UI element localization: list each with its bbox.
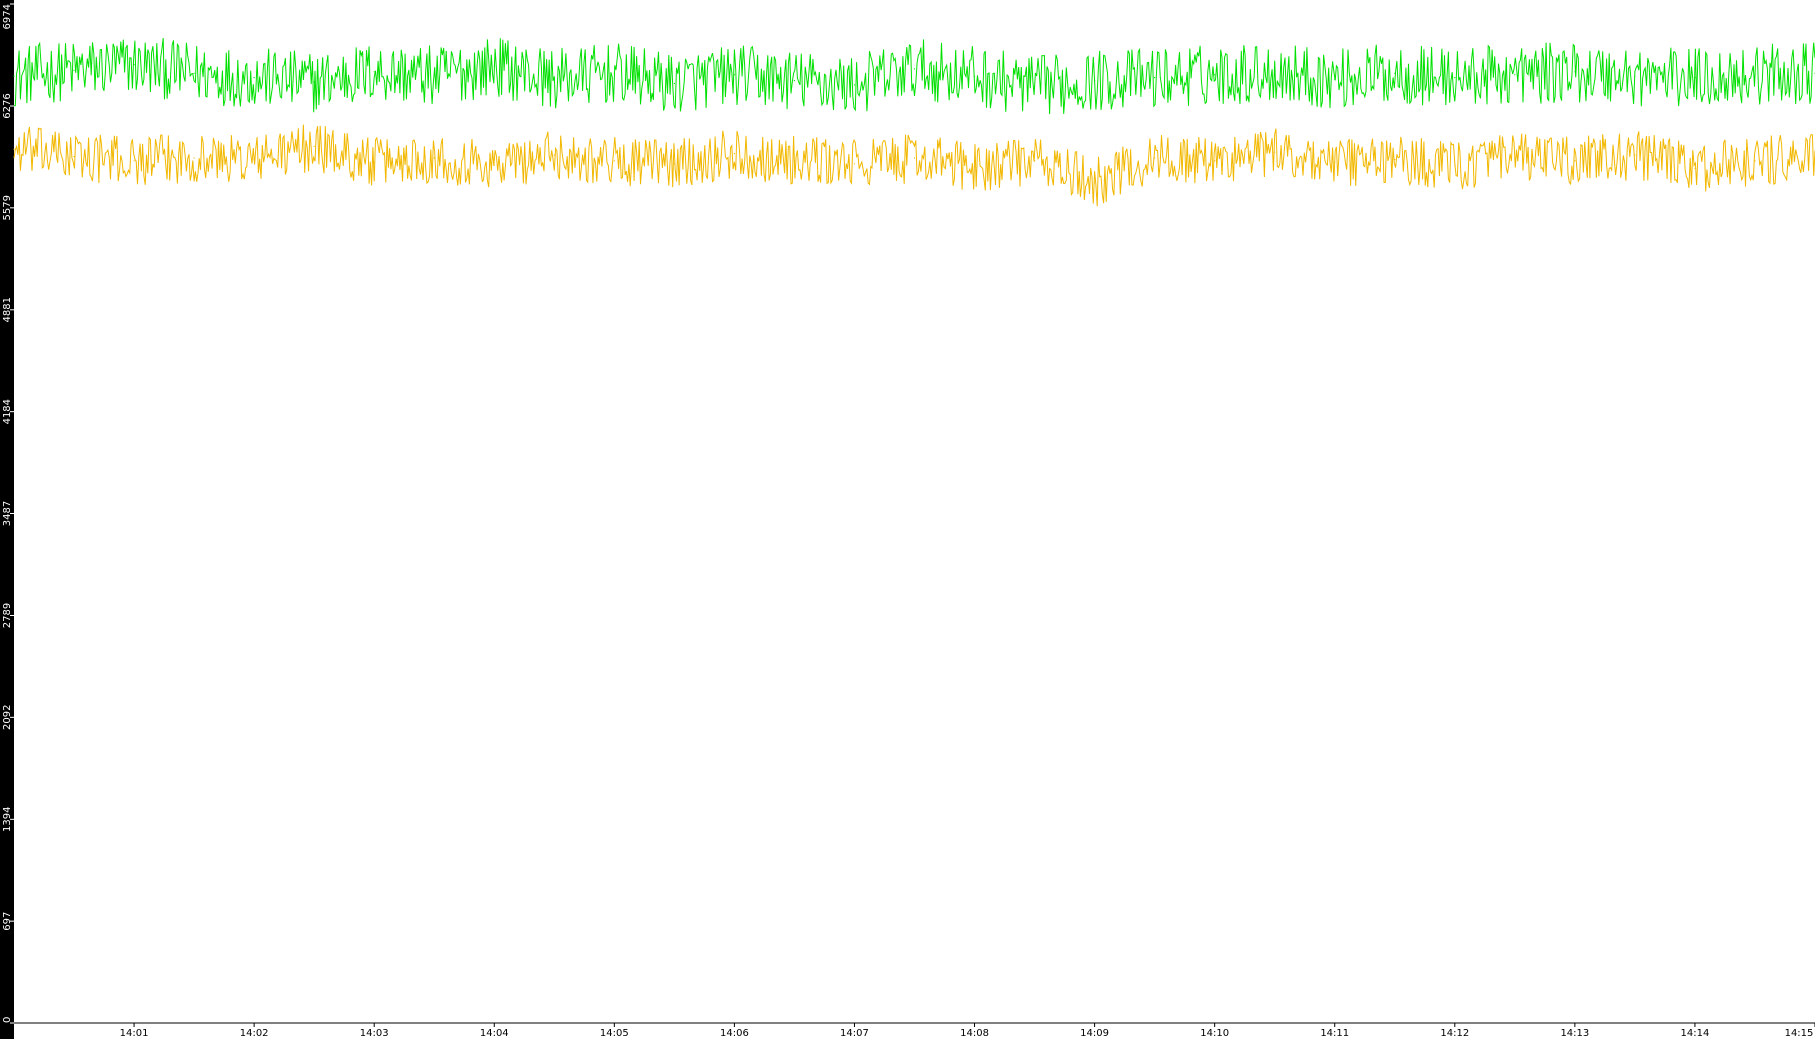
series-2-point: [1034, 160, 1036, 162]
series-1-point: [553, 78, 555, 80]
series-2-point: [1694, 167, 1696, 169]
series-1-point: [793, 80, 796, 82]
series-2-point: [793, 160, 796, 162]
series-2-point: [913, 157, 916, 159]
x-tick-label: 14:06: [720, 1028, 749, 1039]
series-1-point: [1634, 75, 1636, 77]
series-1-point: [1214, 74, 1216, 76]
series-1-point: [913, 68, 916, 70]
series-1-point: [1094, 80, 1096, 82]
series-2-point: [1274, 151, 1276, 153]
series-2-point: [853, 163, 856, 165]
x-tick-label: 14:08: [960, 1028, 989, 1039]
y-tick-label: 2092: [2, 705, 13, 730]
series-1-point: [733, 74, 736, 76]
series-2-point: [253, 158, 255, 161]
series-1-point: [193, 72, 195, 74]
y-tick-label: 6974: [2, 4, 13, 29]
series-2-point: [973, 166, 976, 168]
y-tick-label: 5579: [2, 195, 13, 220]
series-1-point: [133, 63, 135, 66]
series-1-point: [313, 81, 315, 83]
y-tick-label: 697: [2, 912, 13, 931]
series-2-point: [1634, 154, 1636, 156]
series-2-point: [1514, 157, 1516, 159]
series-2-point: [73, 155, 75, 158]
x-tick-label: 14:15: [1785, 1028, 1814, 1039]
series-1-point: [673, 82, 676, 85]
y-tick-label: 4184: [2, 399, 13, 424]
x-tick-label: 14:04: [480, 1028, 509, 1039]
line-chart: 14:01 14:02 14:03 14:04 14:05 14:06 14:07 14:08…: [0, 0, 1815, 1039]
series-1-point: [433, 75, 435, 77]
series-2-point: [1334, 161, 1336, 163]
series-2-point: [1094, 182, 1096, 184]
series-1-point: [1754, 74, 1756, 76]
series-1-point: [1274, 71, 1276, 73]
y-tick-label: 1394: [2, 807, 13, 832]
x-tick-label: 14:02: [240, 1028, 269, 1039]
x-tick-label: 14:07: [840, 1028, 869, 1039]
series-1-point: [73, 69, 75, 71]
series-2-point: [1214, 160, 1216, 162]
series-2-point: [493, 164, 495, 166]
series-2-point: [1574, 160, 1576, 162]
y-tick-label: 4881: [2, 297, 13, 322]
series-1-point: [1454, 77, 1456, 79]
x-tick-label: 14:12: [1440, 1028, 1469, 1039]
y-tick-label: 3487: [2, 501, 13, 526]
x-tick-label: 14:14: [1681, 1028, 1710, 1039]
series-1-point: [1154, 77, 1156, 79]
series-1-point: [613, 72, 615, 74]
series-1-point: [1394, 72, 1396, 74]
series-2-point: [1394, 158, 1396, 161]
x-tick-label: 14:05: [600, 1028, 629, 1039]
series-2-point: [13, 148, 15, 150]
series-2-point: [1454, 164, 1456, 166]
series-2-point: [193, 157, 195, 159]
series-1-point: [1334, 78, 1336, 80]
series-2-point: [1154, 157, 1156, 159]
x-tick-label: 14:10: [1200, 1028, 1229, 1039]
series-2-point: [313, 145, 315, 147]
series-1-point: [1034, 85, 1036, 87]
series-1-point: [253, 77, 255, 79]
series-2-point: [133, 160, 135, 162]
series-2-point: [1754, 160, 1756, 162]
series-2-point: [673, 163, 676, 165]
series-1-point: [1574, 71, 1576, 73]
series-1-point: [13, 75, 15, 77]
y-tick-label: 6276: [2, 93, 13, 118]
series-2-point: [373, 161, 375, 163]
x-tick-label: 14:11: [1320, 1028, 1349, 1039]
series-2-point: [553, 154, 555, 156]
series-1-point: [973, 75, 976, 77]
series-2-point: [613, 160, 615, 162]
x-tick-label: 14:09: [1080, 1028, 1109, 1039]
series-1-point: [493, 65, 495, 67]
x-tick-label: 14:01: [120, 1028, 149, 1039]
x-tick-label: 14:03: [360, 1028, 389, 1039]
series-2-point: [433, 157, 435, 159]
x-tick-label: 14:13: [1560, 1028, 1589, 1039]
series-2-point: [733, 153, 736, 155]
series-1-point: [373, 71, 375, 73]
chart-root: 14:01 14:02 14:03 14:04 14:05 14:06 14:07 14:08…: [0, 0, 1815, 1039]
y-tick-label: 0: [2, 1017, 13, 1023]
series-1-point: [1514, 74, 1516, 76]
series-1-point: [1694, 77, 1696, 79]
series-1-point: [853, 84, 856, 86]
y-tick-label: 2789: [2, 603, 13, 628]
